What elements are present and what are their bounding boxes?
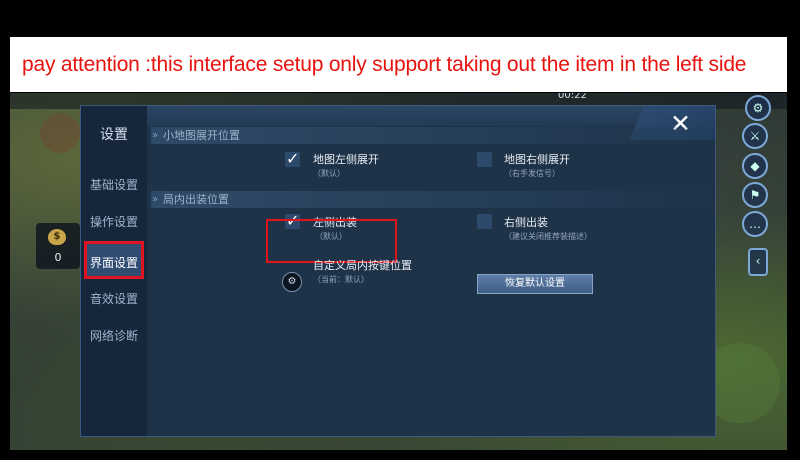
checkbox-item-right[interactable] [477, 214, 492, 229]
flag-icon[interactable]: ⚑ [742, 182, 768, 208]
notice-text: pay attention :this interface setup only… [22, 53, 747, 76]
shield-icon[interactable]: ◆ [742, 153, 768, 179]
settings-title: 设置 [100, 127, 128, 143]
sword-icon[interactable]: ⚔ [742, 123, 768, 149]
chevron-left-icon[interactable]: ‹ [748, 248, 768, 276]
option-sub: （建议关闭推荐装描述） [504, 232, 592, 241]
gear-icon[interactable]: ⚙ [745, 95, 771, 121]
custom-layout-label[interactable]: 自定义局内按键位置 [313, 257, 412, 273]
page: pay attention :this interface setup only… [0, 0, 800, 460]
settings-dialog: 设置 基础设置 操作设置 界面设置 音效设置 网络诊断 ✕ » 小地图展开位置 … [80, 105, 716, 437]
coin-bag-icon: $ [48, 229, 66, 245]
tab-sound-settings[interactable]: 音效设置 [81, 285, 147, 313]
section-header-minimap: » 小地图展开位置 [151, 127, 711, 144]
notice-banner: pay attention :this interface setup only… [10, 37, 787, 92]
tab-basic-settings[interactable]: 基础设置 [81, 171, 147, 199]
option-sub: （右手发信号） [504, 169, 560, 178]
dialog-header [81, 106, 715, 126]
settings-sidebar: 设置 基础设置 操作设置 界面设置 音效设置 网络诊断 [81, 106, 147, 436]
section-title: 小地图展开位置 [163, 129, 240, 142]
section-title: 局内出装位置 [163, 193, 229, 206]
chat-icon[interactable]: … [742, 211, 768, 237]
match-timer: 00:22 [558, 93, 587, 101]
reset-default-button[interactable]: 恢复默认设置 [477, 274, 593, 294]
section-arrow-icon: » [152, 130, 159, 141]
checkbox-minimap-right[interactable] [477, 152, 492, 167]
game-screenshot: 00:22 $ 0 ⚙ ⚔ ◆ ⚑ … ‹ 设置 基础设置 操作设置 界面设置 … [10, 93, 787, 450]
right-hud-icons: ⚙ ⚔ ◆ ⚑ … ‹ [728, 93, 787, 450]
option-label: 右侧出装 [504, 216, 548, 229]
option-sub: （默认） [313, 169, 345, 178]
custom-layout-icon: ⚙ [282, 272, 302, 292]
option-label: 地图右侧展开 [504, 153, 570, 166]
section-arrow-icon: » [152, 194, 159, 205]
custom-layout-sub: （当前：默认） [313, 275, 369, 284]
tab-network-diagnosis[interactable]: 网络诊断 [81, 322, 147, 350]
gold-counter: $ 0 [36, 223, 80, 269]
option-label: 地图左侧展开 [313, 153, 379, 166]
gold-count: 0 [54, 251, 62, 264]
tab-control-settings[interactable]: 操作设置 [81, 208, 147, 236]
map-blob [40, 113, 80, 153]
tab-interface-settings[interactable]: 界面设置 [84, 241, 144, 279]
checkbox-minimap-left[interactable] [285, 149, 300, 168]
section-header-item-position: » 局内出装位置 [151, 191, 711, 208]
